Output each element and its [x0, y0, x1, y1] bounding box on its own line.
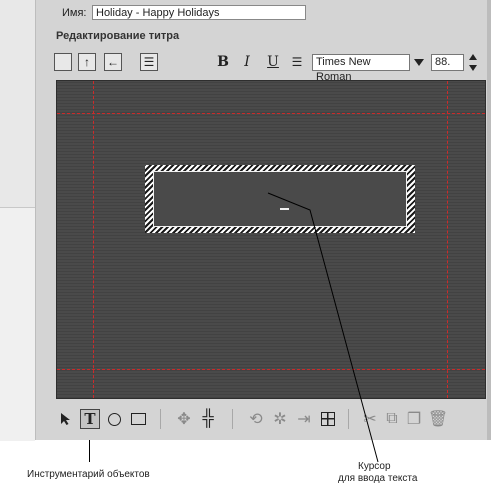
cursor-callout-line — [267, 192, 379, 463]
tools-caption: Инструментарий объектов — [27, 469, 150, 480]
cursor-caption: Курсор — [358, 461, 391, 472]
cursor-caption-sub: для ввода текста — [338, 473, 418, 484]
